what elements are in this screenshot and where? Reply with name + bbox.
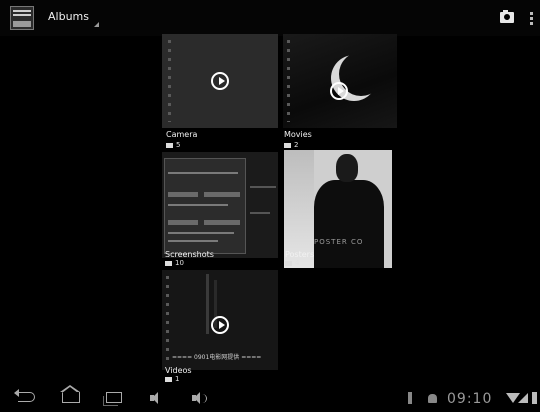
album-label-movies: Movies (284, 130, 312, 139)
action-bar: Albums (0, 0, 540, 36)
poster-figure (314, 180, 384, 268)
album-tile-videos[interactable]: ==== 0901电影网提供 ==== (162, 270, 278, 370)
battery-icon (532, 392, 537, 404)
album-label-screenshots: Screenshots (165, 250, 214, 259)
album-thumbnail: ==== 0901电影网提供 ==== (162, 270, 278, 370)
usb-debug-icon (408, 392, 412, 404)
album-count-movies: 2 (284, 141, 298, 149)
album-tile-screenshots[interactable] (162, 152, 278, 258)
album-label-posters: Posters (285, 250, 315, 259)
play-icon (211, 316, 229, 334)
album-label-camera: Camera (166, 130, 198, 139)
volume-down-icon[interactable] (150, 392, 158, 404)
album-count-camera: 5 (166, 141, 180, 149)
play-icon (330, 82, 348, 100)
album-tile-movies[interactable] (283, 34, 397, 128)
volume-up-icon[interactable] (192, 392, 200, 404)
album-count-screenshots: 10 (165, 259, 184, 267)
play-icon (211, 72, 229, 90)
home-icon[interactable] (60, 385, 80, 403)
camera-small-icon (166, 142, 173, 148)
recent-apps-icon[interactable] (103, 392, 122, 406)
album-thumbnail (162, 152, 278, 258)
album-label-videos: Videos (165, 366, 192, 375)
camera-icon[interactable] (500, 10, 514, 23)
poster-watermark: POSTER CO (314, 238, 364, 246)
album-count-posters: 4 (285, 259, 299, 267)
video-banner-text: ==== 0901电影网提供 ==== (172, 354, 262, 361)
status-clock[interactable]: 09:10 (447, 391, 492, 407)
gallery-app-icon[interactable] (10, 6, 34, 30)
album-spinner-icon[interactable] (94, 22, 99, 27)
folder-icon (165, 260, 172, 266)
android-icon (428, 394, 437, 403)
album-thumbnail (283, 34, 397, 128)
album-tile-camera[interactable] (162, 34, 278, 128)
overflow-menu-icon[interactable] (530, 12, 534, 26)
folder-icon (284, 142, 291, 148)
action-bar-title[interactable]: Albums (48, 10, 89, 23)
album-count-videos: 1 (165, 375, 179, 383)
navigation-bar: 09:10 (0, 385, 540, 412)
album-thumbnail (162, 34, 278, 128)
back-icon[interactable] (14, 389, 35, 402)
folder-icon (165, 376, 172, 382)
signal-icon (518, 393, 528, 403)
folder-icon (285, 260, 292, 266)
